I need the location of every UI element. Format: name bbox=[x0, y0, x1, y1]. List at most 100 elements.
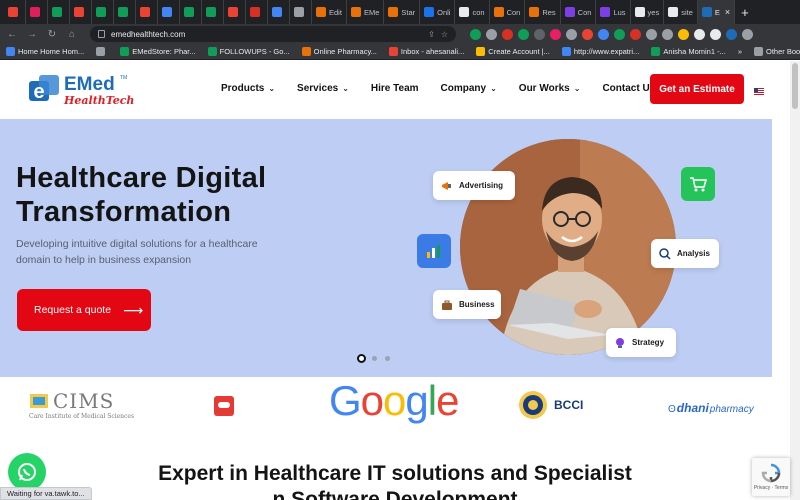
extension-icon[interactable] bbox=[502, 28, 513, 40]
browser-tab[interactable]: Lus bbox=[596, 0, 631, 24]
browser-tab[interactable] bbox=[180, 0, 202, 24]
bookmark-item[interactable]: http://www.expatri... bbox=[561, 47, 639, 56]
whatsapp-chat-button[interactable] bbox=[8, 453, 46, 491]
tab-label: Res bbox=[542, 7, 556, 17]
extension-icon[interactable] bbox=[678, 28, 689, 40]
lock-icon[interactable] bbox=[98, 30, 105, 38]
page-scrollbar-thumb[interactable] bbox=[792, 63, 798, 109]
browser-tab[interactable] bbox=[114, 0, 136, 24]
page-scrollbar[interactable] bbox=[790, 61, 800, 500]
extension-icon[interactable] bbox=[518, 28, 529, 40]
sidebar-icon[interactable] bbox=[710, 28, 721, 40]
nav-item-hire-team[interactable]: Hire Team bbox=[371, 83, 419, 94]
browser-tab[interactable]: Star bbox=[384, 0, 421, 24]
dhani-leaf-icon: ʘ bbox=[668, 404, 676, 415]
nav-item-company[interactable]: Company ⌄ bbox=[441, 83, 497, 94]
close-icon[interactable]: × bbox=[725, 7, 730, 17]
browser-tab[interactable]: yes bbox=[631, 0, 665, 24]
shopping-cart-icon bbox=[681, 167, 715, 201]
browser-tab[interactable]: Con bbox=[490, 0, 526, 24]
browser-tab[interactable]: site bbox=[664, 0, 698, 24]
browser-tab[interactable] bbox=[290, 0, 312, 24]
bookmarks-overflow-button[interactable]: » bbox=[738, 47, 742, 56]
browser-tab[interactable] bbox=[202, 0, 224, 24]
extension-icon[interactable] bbox=[598, 28, 609, 40]
logo-tagline: HealthTech bbox=[64, 93, 135, 107]
browser-tab[interactable]: Res bbox=[525, 0, 561, 24]
request-quote-button[interactable]: Request a quote ⟶ bbox=[17, 289, 151, 331]
bookmark-star-icon[interactable]: ☆ bbox=[441, 30, 448, 39]
bookmark-item[interactable]: FOLLOWUPS - Go... bbox=[207, 47, 290, 56]
cims-subtitle: Care Institute of Medical Sciences bbox=[29, 413, 135, 420]
puzzle-icon[interactable] bbox=[694, 28, 705, 40]
browser-tab[interactable]: EMe bbox=[347, 0, 385, 24]
hero-subtitle-line: Developing intuitive digital solutions f… bbox=[16, 238, 258, 250]
browser-tab[interactable] bbox=[70, 0, 92, 24]
bookmark-item[interactable]: Anisha Momin1 -... bbox=[651, 47, 726, 56]
avatar[interactable] bbox=[726, 28, 737, 40]
browser-tab[interactable] bbox=[158, 0, 180, 24]
tab-favicon-icon bbox=[272, 7, 282, 17]
home-icon[interactable]: ⌂ bbox=[66, 29, 78, 40]
share-icon[interactable]: ⇪ bbox=[428, 30, 435, 39]
extension-icon[interactable] bbox=[646, 28, 657, 40]
nav-item-our-works[interactable]: Our Works ⌄ bbox=[519, 83, 581, 94]
browser-tab[interactable]: E × bbox=[697, 0, 736, 24]
bookmark-item[interactable]: EMedStore: Phar... bbox=[120, 47, 196, 56]
extension-icon[interactable] bbox=[486, 28, 497, 40]
logo[interactable]: e EMed HealthTech TM bbox=[28, 73, 134, 107]
extension-icon[interactable] bbox=[534, 28, 545, 40]
nav-item-services[interactable]: Services ⌄ bbox=[297, 83, 349, 94]
tab-favicon-icon bbox=[206, 7, 216, 17]
bookmark-item[interactable]: Inbox - ahesanali... bbox=[388, 47, 464, 56]
forward-icon[interactable]: → bbox=[26, 29, 38, 40]
nav-item-contact-us[interactable]: Contact Us bbox=[602, 83, 655, 94]
recaptcha-links[interactable]: Privacy · Terms bbox=[754, 485, 788, 491]
growth-chart-icon bbox=[417, 234, 451, 268]
extension-icon[interactable] bbox=[582, 28, 593, 40]
new-tab-button[interactable]: + bbox=[735, 5, 755, 20]
slider-dot[interactable] bbox=[357, 354, 366, 363]
bookmark-item[interactable]: Home Home Hom... bbox=[6, 47, 84, 56]
browser-tab[interactable] bbox=[224, 0, 246, 24]
browser-tab[interactable] bbox=[268, 0, 290, 24]
address-bar[interactable]: emedhealthtech.com ⇪ ☆ bbox=[90, 26, 456, 42]
request-quote-label: Request a quote bbox=[34, 304, 112, 316]
slider-dot[interactable] bbox=[383, 354, 392, 363]
magnifier-chart-icon bbox=[659, 247, 671, 260]
extension-icon[interactable] bbox=[630, 28, 641, 40]
reload-icon[interactable]: ↻ bbox=[46, 29, 58, 40]
tab-label: Star bbox=[401, 7, 416, 17]
browser-tab[interactable]: Onli bbox=[420, 0, 456, 24]
browser-tab[interactable] bbox=[92, 0, 114, 24]
extension-icon[interactable] bbox=[614, 28, 625, 40]
browser-tab[interactable]: Con bbox=[561, 0, 597, 24]
us-flag-icon[interactable] bbox=[754, 88, 764, 95]
back-icon[interactable]: ← bbox=[6, 29, 18, 40]
browser-tab[interactable] bbox=[246, 0, 268, 24]
browser-tab[interactable]: Edit bbox=[312, 0, 347, 24]
nav-item-products[interactable]: Products ⌄ bbox=[221, 83, 275, 94]
browser-tab[interactable] bbox=[48, 0, 70, 24]
extension-icon[interactable] bbox=[662, 28, 673, 40]
tab-favicon-icon bbox=[140, 7, 150, 17]
logo-trademark: TM bbox=[120, 75, 128, 81]
bookmark-item[interactable] bbox=[96, 47, 108, 56]
recaptcha-badge[interactable]: Privacy · Terms bbox=[752, 458, 790, 496]
lightbulb-icon bbox=[614, 337, 626, 349]
browser-tab[interactable] bbox=[4, 0, 26, 24]
tab-favicon-icon bbox=[8, 7, 18, 17]
other-bookmarks-folder[interactable]: Other Bookmarks bbox=[754, 47, 800, 56]
kebab-menu-icon[interactable] bbox=[742, 28, 753, 40]
bookmark-item[interactable]: Online Pharmacy... bbox=[301, 47, 377, 56]
browser-tab[interactable] bbox=[136, 0, 158, 24]
get-estimate-button[interactable]: Get an Estimate bbox=[650, 74, 744, 104]
browser-tab[interactable] bbox=[26, 0, 48, 24]
extension-icon[interactable] bbox=[550, 28, 561, 40]
slider-dot[interactable] bbox=[370, 354, 379, 363]
extension-icon[interactable] bbox=[470, 28, 481, 40]
tab-favicon-icon bbox=[250, 7, 260, 17]
extension-icon[interactable] bbox=[566, 28, 577, 40]
bookmark-item[interactable]: Create Account |... bbox=[476, 47, 550, 56]
browser-tab[interactable]: con bbox=[455, 0, 490, 24]
